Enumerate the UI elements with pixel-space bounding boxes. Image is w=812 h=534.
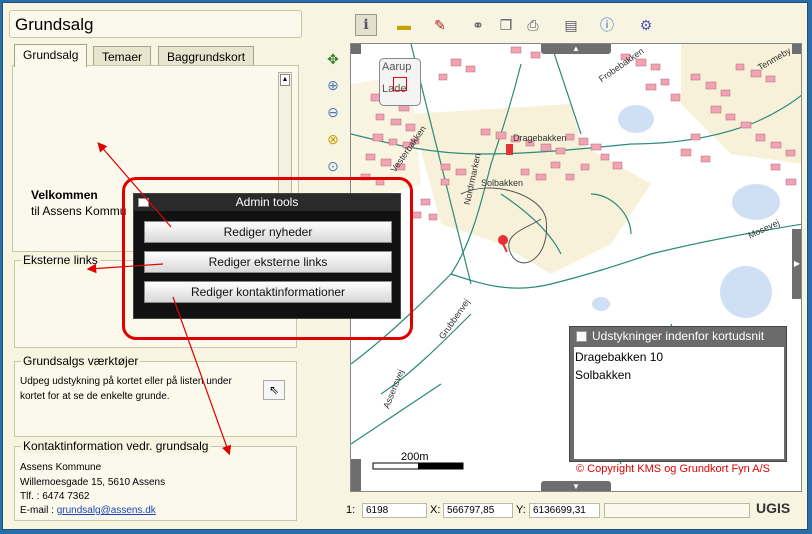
pointer-tool-button[interactable]: ⇖	[263, 380, 285, 400]
annotation-ring	[122, 177, 413, 340]
map-book-icon[interactable]: ▤	[560, 14, 582, 36]
overview-label-aarup: Aarup	[382, 61, 412, 73]
pan-east-icon[interactable]: ▶	[792, 229, 801, 299]
ugis-logo: UGIS	[756, 500, 791, 516]
zoom-extent-icon[interactable]: ⊙	[323, 156, 343, 176]
welcome-text: til Assens Kommu	[31, 204, 127, 218]
pan-northwest-icon[interactable]	[351, 44, 361, 54]
zoom-out-icon[interactable]: ⊖	[323, 102, 343, 122]
email-link[interactable]: grundsalg@assens.dk	[57, 505, 156, 516]
y-coordinate-field: 6136699,31	[529, 503, 600, 518]
scroll-up-icon[interactable]: ▲	[280, 74, 290, 86]
street-label-dragebakken: Dragebakken	[513, 133, 567, 143]
overview-extent-box	[393, 77, 407, 91]
pan-icon[interactable]: ✥	[323, 49, 343, 69]
external-links-title: Eksterne links	[21, 253, 100, 267]
tools-text: Udpeg udstykning på kortet eller på list…	[20, 376, 232, 402]
contact-line1: Assens Kommune	[20, 462, 102, 473]
pan-south-icon[interactable]: ▼	[541, 481, 611, 491]
contact-line3: Tlf. : 6474 7362	[20, 491, 90, 502]
zoom-previous-icon[interactable]: ⊗	[323, 129, 343, 149]
x-field-label: X:	[430, 504, 441, 516]
status-message-field	[604, 503, 750, 518]
results-collapse-checkbox[interactable]	[576, 331, 587, 342]
street-label-solbakken: Solbakken	[481, 178, 524, 188]
results-list: Dragebakken 10 Solbakken	[574, 347, 784, 459]
contact-line2: Willemoesgade 15, 5610 Assens	[20, 477, 166, 488]
info-tool-icon[interactable]: i	[355, 14, 377, 36]
copy-icon[interactable]: ❐	[495, 14, 517, 36]
scale-label: 200m	[401, 451, 429, 463]
zoom-in-icon[interactable]: ⊕	[323, 75, 343, 95]
results-panel: Udstykninger indenfor kortudsnit Drageba…	[569, 326, 787, 462]
scale-field[interactable]: 6198	[362, 503, 427, 518]
y-field-label: Y:	[516, 504, 526, 516]
results-item-solbakken[interactable]: Solbakken	[575, 368, 631, 382]
copyright-text: © Copyright KMS og Grundkort Fyn A/S	[576, 463, 770, 475]
app-frame: Grundsalg Grundsalg Temaer Baggrundskort…	[2, 2, 808, 530]
results-item-dragebakken[interactable]: Dragebakken 10	[575, 350, 663, 364]
contact-box: Assens Kommune Willemoesgade 15, 5610 As…	[14, 446, 297, 521]
about-icon[interactable]: ⓘ	[596, 14, 618, 36]
page-title: Grundsalg	[9, 10, 302, 38]
welcome-heading: Velkommen	[31, 188, 98, 202]
tab-baggrundskort[interactable]: Baggrundskort	[158, 46, 255, 67]
contact-title: Kontaktinformation vedr. grundsalg	[21, 439, 211, 453]
print-icon[interactable]: ⎙	[522, 14, 544, 36]
tab-grundsalg[interactable]: Grundsalg	[14, 44, 88, 67]
results-title: Udstykninger indenfor kortudsnit	[592, 329, 765, 343]
ruler-icon[interactable]: ▬	[393, 14, 415, 36]
tools-title: Grundsalgs værktøjer	[21, 354, 141, 368]
help-icon[interactable]: ⚙	[635, 14, 657, 36]
scale-field-label: 1:	[346, 504, 356, 516]
tab-temaer[interactable]: Temaer	[93, 46, 152, 67]
contact-email-row: E-mail : grundsalg@assens.dk	[20, 503, 156, 518]
pan-southwest-icon[interactable]	[351, 459, 361, 491]
tools-box: Udpeg udstykning på kortet eller på list…	[14, 361, 297, 437]
binoculars-icon[interactable]: ⚭	[467, 14, 489, 36]
pen-icon[interactable]: ✎	[429, 14, 451, 36]
pan-north-icon[interactable]: ▲	[541, 44, 611, 54]
pan-northeast-icon[interactable]	[792, 44, 801, 54]
overview-map[interactable]: Aarup Lade	[379, 58, 421, 106]
x-coordinate-field: 566797,85	[443, 503, 513, 518]
email-label: E-mail :	[20, 505, 54, 516]
